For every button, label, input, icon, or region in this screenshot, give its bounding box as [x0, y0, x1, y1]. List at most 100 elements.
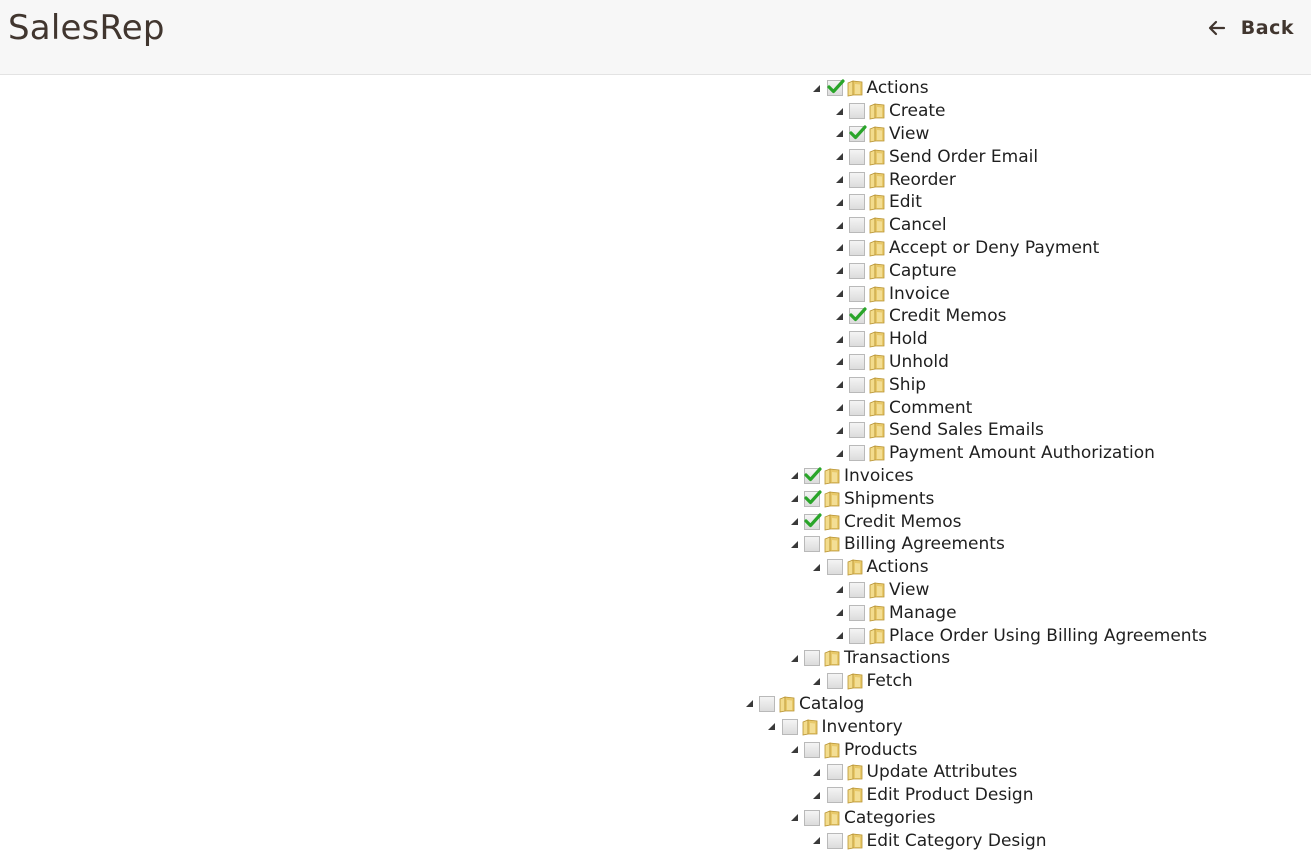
triangle-down-icon[interactable]	[785, 807, 803, 829]
tree-node[interactable]: Transactions	[785, 647, 950, 670]
tree-node[interactable]: Comment	[830, 396, 972, 419]
tree-node[interactable]: Categories	[785, 807, 936, 830]
tree-node[interactable]: Place Order Using Billing Agreements	[830, 624, 1207, 647]
tree-node-checkbox[interactable]	[849, 125, 867, 142]
tree-node-label[interactable]: Update Attributes	[867, 761, 1018, 783]
tree-node-checkbox[interactable]	[849, 376, 865, 393]
triangle-down-icon[interactable]	[785, 488, 803, 510]
tree-node-checkbox[interactable]	[849, 285, 865, 302]
tree-node-label[interactable]: Actions	[867, 77, 929, 99]
tree-node-checkbox[interactable]	[804, 741, 820, 758]
tree-node[interactable]: Hold	[830, 328, 928, 351]
tree-node-label[interactable]: Products	[844, 739, 917, 761]
triangle-down-icon[interactable]	[830, 351, 848, 373]
triangle-down-icon[interactable]	[830, 260, 848, 282]
triangle-down-icon[interactable]	[830, 442, 848, 464]
tree-node-label[interactable]: Send Sales Emails	[889, 419, 1044, 441]
tree-node[interactable]: Capture	[830, 259, 957, 282]
tree-node-checkbox[interactable]	[849, 422, 865, 439]
tree-node-checkbox[interactable]	[826, 79, 845, 97]
tree-node-checkbox[interactable]	[804, 467, 822, 484]
tree-node[interactable]: Actions	[808, 77, 929, 100]
triangle-down-icon[interactable]	[830, 625, 848, 647]
triangle-down-icon[interactable]	[830, 374, 848, 396]
triangle-down-icon[interactable]	[830, 100, 848, 122]
tree-node[interactable]: Invoice	[830, 282, 950, 305]
triangle-down-icon[interactable]	[830, 146, 848, 168]
triangle-down-icon[interactable]	[808, 670, 826, 692]
tree-node-label[interactable]: Credit Memos	[889, 305, 1006, 327]
tree-node-label[interactable]: Cancel	[889, 214, 947, 236]
tree-node[interactable]: Billing Agreements	[785, 533, 1005, 556]
tree-node-checkbox[interactable]	[781, 718, 798, 735]
tree-node[interactable]: Credit Memos	[785, 510, 961, 533]
tree-node-checkbox[interactable]	[849, 171, 865, 188]
triangle-down-icon[interactable]	[830, 169, 848, 191]
tree-node-checkbox[interactable]	[849, 148, 865, 165]
tree-node-checkbox[interactable]	[826, 673, 843, 690]
tree-node-label[interactable]: Place Order Using Billing Agreements	[889, 625, 1207, 647]
tree-node-label[interactable]: Accept or Deny Payment	[889, 237, 1099, 259]
tree-node-checkbox[interactable]	[804, 536, 820, 553]
tree-node-label[interactable]: Invoice	[889, 283, 950, 305]
tree-node[interactable]: View	[830, 123, 929, 146]
triangle-down-icon[interactable]	[808, 556, 826, 578]
tree-node[interactable]: Shipments	[785, 487, 934, 510]
tree-node-label[interactable]: Payment Amount Authorization	[889, 442, 1155, 464]
triangle-down-icon[interactable]	[830, 237, 848, 259]
tree-node-checkbox[interactable]	[804, 809, 820, 826]
tree-node-checkbox[interactable]	[826, 832, 843, 849]
tree-node[interactable]: Edit	[830, 191, 922, 214]
tree-node[interactable]: Send Order Email	[830, 145, 1038, 168]
tree-node[interactable]: Fetch	[808, 670, 913, 693]
triangle-down-icon[interactable]	[785, 647, 803, 669]
tree-node-checkbox[interactable]	[849, 604, 865, 621]
tree-node-checkbox[interactable]	[804, 512, 822, 530]
tree-node-checkbox[interactable]	[849, 353, 865, 370]
triangle-down-icon[interactable]	[830, 123, 848, 145]
tree-node[interactable]: Ship	[830, 373, 926, 396]
tree-node[interactable]: Send Sales Emails	[830, 419, 1044, 442]
triangle-down-icon[interactable]	[830, 579, 848, 601]
tree-node-label[interactable]: Hold	[889, 328, 928, 350]
triangle-down-icon[interactable]	[830, 214, 848, 236]
tree-node[interactable]: Accept or Deny Payment	[830, 237, 1099, 260]
tree-node-label[interactable]: Edit	[889, 191, 922, 213]
tree-node-label[interactable]: Categories	[844, 807, 936, 829]
triangle-down-icon[interactable]	[808, 761, 826, 783]
tree-node-label[interactable]: Actions	[867, 556, 929, 578]
tree-node-label[interactable]: Shipments	[844, 488, 934, 510]
tree-node-label[interactable]: Edit Product Design	[867, 784, 1034, 806]
tree-node[interactable]: Actions	[808, 556, 929, 579]
tree-node-label[interactable]: Catalog	[799, 693, 864, 715]
tree-node-checkbox[interactable]	[849, 627, 865, 644]
triangle-down-icon[interactable]	[763, 716, 781, 738]
tree-node-checkbox[interactable]	[849, 399, 865, 416]
triangle-down-icon[interactable]	[740, 693, 758, 715]
tree-node-label[interactable]: View	[889, 579, 929, 601]
tree-node[interactable]: Products	[785, 738, 917, 761]
tree-node-label[interactable]: Billing Agreements	[844, 533, 1005, 555]
tree-node-label[interactable]: Credit Memos	[844, 511, 961, 533]
tree-node-checkbox[interactable]	[826, 764, 843, 781]
tree-node[interactable]: Credit Memos	[830, 305, 1006, 328]
tree-node-checkbox[interactable]	[849, 262, 865, 279]
tree-node-label[interactable]: Send Order Email	[889, 146, 1038, 168]
tree-node-checkbox[interactable]	[804, 650, 820, 667]
tree-node[interactable]: Create	[830, 100, 946, 123]
tree-node[interactable]: Edit Category Design	[808, 829, 1047, 852]
tree-node-label[interactable]: Edit Category Design	[867, 830, 1047, 852]
triangle-down-icon[interactable]	[785, 511, 803, 533]
triangle-down-icon[interactable]	[808, 830, 826, 852]
tree-node-checkbox[interactable]	[849, 217, 865, 234]
tree-node[interactable]: Manage	[830, 601, 957, 624]
triangle-down-icon[interactable]	[785, 533, 803, 555]
tree-node-checkbox[interactable]	[804, 490, 822, 507]
tree-node-label[interactable]: Reorder	[889, 169, 956, 191]
triangle-down-icon[interactable]	[808, 784, 826, 806]
tree-node-checkbox[interactable]	[849, 445, 865, 462]
triangle-down-icon[interactable]	[830, 305, 848, 327]
tree-node-label[interactable]: Inventory	[822, 716, 903, 738]
tree-node[interactable]: Unhold	[830, 351, 949, 374]
triangle-down-icon[interactable]	[830, 419, 848, 441]
